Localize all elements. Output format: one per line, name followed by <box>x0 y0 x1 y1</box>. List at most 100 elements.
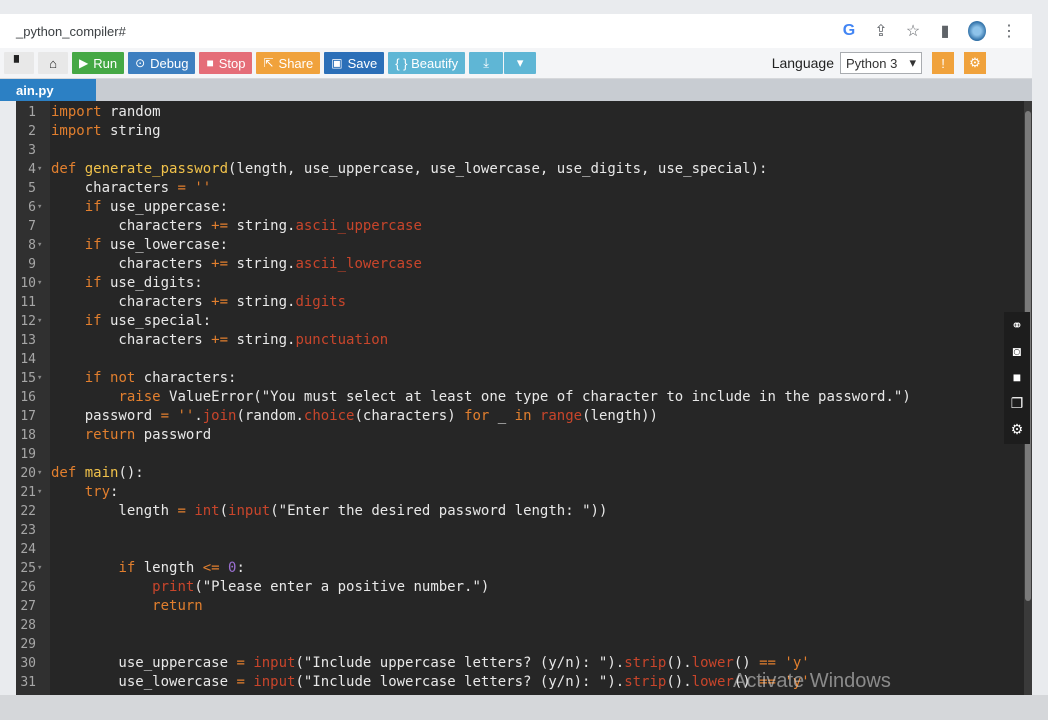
line-number: 27 <box>20 599 36 614</box>
settings-button[interactable]: ⚙ <box>964 52 986 74</box>
gear-icon[interactable]: ⚙ <box>1011 420 1024 438</box>
code-text[interactable]: if length <= 0: <box>51 559 244 578</box>
bottom-strip <box>0 695 1048 720</box>
line-number: 11 <box>20 295 36 310</box>
line-number: 1 <box>28 105 36 120</box>
line-number: 15 <box>20 371 36 386</box>
compiler-toolbar: ▘ ⌂ ▶ Run ⊙ Debug ■ Stop ⇱ Share ▣ Save … <box>0 48 1032 79</box>
line-number: 6 <box>28 200 36 215</box>
code-text[interactable]: characters += string.punctuation <box>51 331 388 350</box>
line-number: 26 <box>20 580 36 595</box>
browser-menu-icon[interactable]: ⋮ <box>1000 21 1018 41</box>
stop-icon: ■ <box>206 56 214 70</box>
save-button[interactable]: ▣ Save <box>324 52 385 74</box>
line-number: 29 <box>20 637 36 652</box>
address-bar[interactable]: _python_compiler# G ⇪ ☆ ▮ ⋮ <box>0 14 1032 48</box>
panel-toggle-button[interactable]: ▘ <box>4 52 34 74</box>
side-panel-icon[interactable]: ▮ <box>936 21 954 41</box>
line-number: 5 <box>28 181 36 196</box>
code-text[interactable]: if not characters: <box>51 369 237 388</box>
fold-toggle-icon[interactable]: ▾ <box>37 559 42 578</box>
line-number: 3 <box>28 143 36 158</box>
google-icon[interactable]: G <box>840 22 858 40</box>
browser-window: _python_compiler# G ⇪ ☆ ▮ ⋮ ▘ ⌂ ▶ Run ⊙ … <box>0 0 1048 720</box>
fold-toggle-icon[interactable]: ▾ <box>37 198 42 217</box>
code-text[interactable]: if use_lowercase: <box>51 236 228 255</box>
line-number: 7 <box>28 219 36 234</box>
fold-toggle-icon[interactable]: ▾ <box>37 312 42 331</box>
fold-toggle-icon[interactable]: ▾ <box>37 483 42 502</box>
windows-activation-watermark: Activate Windows <box>733 670 891 692</box>
info-button[interactable]: ! <box>932 52 954 74</box>
line-number: 21 <box>20 485 36 500</box>
stop-label: Stop <box>218 55 246 71</box>
beautify-button[interactable]: { } Beautify <box>388 52 466 74</box>
code-text[interactable]: def generate_password(length, use_upperc… <box>51 160 767 179</box>
file-tab-bar: ain.py <box>0 79 1032 101</box>
code-text[interactable]: raise ValueError("You must select at lea… <box>51 388 910 407</box>
code-text[interactable]: length = int(input("Enter the desired pa… <box>51 502 607 521</box>
extension-icon[interactable] <box>968 21 986 41</box>
panel-toggle-icon: ▘ <box>14 55 24 70</box>
code-text[interactable]: if use_special: <box>51 312 211 331</box>
language-value: Python 3 <box>846 55 898 71</box>
run-button[interactable]: ▶ Run <box>72 52 125 74</box>
settings-icon: ⚙ <box>969 55 981 70</box>
video-icon[interactable]: ■ <box>1013 368 1021 386</box>
code-text[interactable]: if use_digits: <box>51 274 203 293</box>
code-text[interactable]: password = ''.join(random.choice(charact… <box>51 407 658 426</box>
code-text[interactable]: if use_uppercase: <box>51 198 228 217</box>
camera-icon[interactable]: ◙ <box>1013 342 1021 360</box>
stop-button[interactable]: ■ Stop <box>199 52 253 74</box>
code-text[interactable]: import string <box>51 122 161 141</box>
run-label: Run <box>93 55 118 71</box>
home-button[interactable]: ⌂ <box>38 52 68 74</box>
code-editor[interactable]: 1 import random 2 import string 3 4 ▾ def gener… <box>16 101 1032 695</box>
copy-icon[interactable]: ❐ <box>1011 394 1024 412</box>
line-number: 10 <box>20 276 36 291</box>
code-text[interactable]: def main(): <box>51 464 144 483</box>
debug-button[interactable]: ⊙ Debug <box>128 52 196 74</box>
code-text[interactable]: import random <box>51 103 161 122</box>
beautify-label: { } Beautify <box>395 55 459 71</box>
fold-toggle-icon[interactable]: ▾ <box>37 236 42 255</box>
fold-toggle-icon[interactable]: ▾ <box>37 464 42 483</box>
url-text[interactable]: _python_compiler# <box>16 24 840 39</box>
bookmark-star-icon[interactable]: ☆ <box>904 21 922 41</box>
line-number: 9 <box>28 257 36 272</box>
line-number: 20 <box>20 466 36 481</box>
code-text[interactable]: characters += string.ascii_uppercase <box>51 217 421 236</box>
browser-actions: G ⇪ ☆ ▮ ⋮ <box>840 21 1018 41</box>
code-text[interactable]: try: <box>51 483 119 502</box>
code-text[interactable]: use_uppercase = input("Include uppercase… <box>51 654 809 673</box>
tab-main-py[interactable]: ain.py <box>0 79 96 101</box>
line-number: 30 <box>20 656 36 671</box>
download-button[interactable]: ⤓ <box>469 52 504 74</box>
download-options-button[interactable]: ▾ <box>504 52 537 74</box>
code-text[interactable]: characters += string.ascii_lowercase <box>51 255 421 274</box>
fold-toggle-icon[interactable]: ▾ <box>37 274 42 293</box>
code-text[interactable]: use_lowercase = input("Include lowercase… <box>51 673 809 692</box>
share-page-icon[interactable]: ⇪ <box>872 21 890 41</box>
code-text[interactable]: return <box>51 597 203 616</box>
code-text[interactable]: print("Please enter a positive number.") <box>51 578 489 597</box>
code-text[interactable]: characters += string.digits <box>51 293 346 312</box>
line-number: 23 <box>20 523 36 538</box>
language-select[interactable]: Python 3 ▾ <box>840 52 922 74</box>
line-number: 8 <box>28 238 36 253</box>
code-text[interactable]: return password <box>51 426 211 445</box>
code-text[interactable]: characters = '' <box>51 179 211 198</box>
play-icon: ▶ <box>79 56 89 70</box>
line-number: 17 <box>20 409 36 424</box>
share-button[interactable]: ⇱ Share <box>256 52 321 74</box>
line-number: 18 <box>20 428 36 443</box>
share-label: Share <box>278 55 314 71</box>
chevron-down-icon: ▾ <box>516 55 524 70</box>
floating-tool-panel: ⚭ ◙ ■ ❐ ⚙ <box>1004 312 1030 444</box>
line-number: 12 <box>20 314 36 329</box>
select-caret-icon: ▾ <box>909 55 916 70</box>
line-number: 14 <box>20 352 36 367</box>
fold-toggle-icon[interactable]: ▾ <box>37 369 42 388</box>
fold-toggle-icon[interactable]: ▾ <box>37 160 42 179</box>
link-icon[interactable]: ⚭ <box>1011 316 1023 334</box>
